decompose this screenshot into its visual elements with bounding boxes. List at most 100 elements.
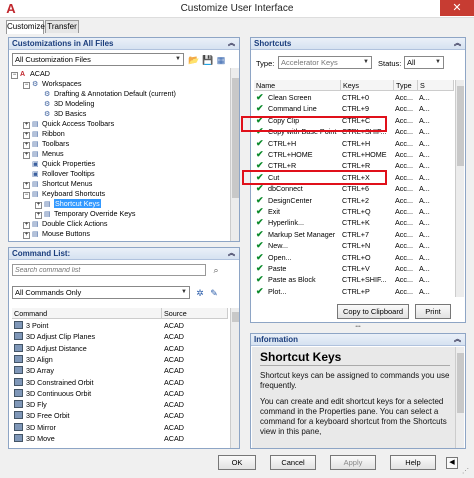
- shortcut-keys-cell[interactable]: CTRL+2: [342, 195, 394, 206]
- expand-toggle-icon[interactable]: +: [23, 142, 30, 149]
- expand-toggle-icon[interactable]: +: [23, 182, 30, 189]
- shortcut-type-cell[interactable]: Acc...: [395, 149, 419, 160]
- shortcut-s-cell[interactable]: A...: [419, 138, 453, 149]
- search-icon[interactable]: ⌕: [211, 265, 221, 275]
- shortcut-keys-cell[interactable]: CTRL+0: [342, 92, 394, 103]
- tree-item[interactable]: ⚙ 3D Basics: [35, 109, 86, 118]
- status-combo[interactable]: All ▼: [404, 56, 444, 69]
- shortcut-type-cell[interactable]: Acc...: [395, 263, 419, 274]
- tree-item[interactable]: + ▤ Shortcut Menus: [23, 179, 92, 189]
- shortcut-type-cell[interactable]: Acc...: [395, 172, 419, 183]
- shortcut-s-cell[interactable]: A...: [419, 92, 453, 103]
- command-list-scrollbar-thumb[interactable]: [232, 312, 239, 322]
- shortcut-type-cell[interactable]: Acc...: [395, 126, 419, 137]
- table-row[interactable]: 3 Point: [14, 320, 162, 331]
- shortcut-s-cell[interactable]: A...: [419, 274, 453, 285]
- shortcut-name-cell[interactable]: Hyperlink...: [268, 217, 341, 228]
- collapse-toggle-icon[interactable]: −: [23, 82, 30, 89]
- shortcut-s-cell[interactable]: A...: [419, 115, 453, 126]
- shortcut-keys-cell[interactable]: CTRL+H: [342, 138, 394, 149]
- shortcut-name-cell[interactable]: Paste as Block: [268, 274, 341, 285]
- table-row[interactable]: 3D Array: [14, 365, 162, 376]
- display-filter-icon[interactable]: ▦: [216, 55, 226, 65]
- column-header-command[interactable]: Command: [12, 308, 162, 319]
- shortcut-name-cell[interactable]: DesignCenter: [268, 195, 341, 206]
- table-row[interactable]: 3D Align: [14, 354, 162, 365]
- shortcut-type-cell[interactable]: Acc...: [395, 217, 419, 228]
- shortcut-s-cell[interactable]: A...: [419, 103, 453, 114]
- table-row[interactable]: 3D Constrained Orbit: [14, 377, 162, 388]
- shortcut-type-cell[interactable]: Acc...: [395, 240, 419, 251]
- tree-scrollbar[interactable]: [230, 68, 239, 241]
- tree-item[interactable]: ▣ Rollover Tooltips: [23, 169, 95, 178]
- shortcut-keys-cell[interactable]: CTRL+V: [342, 263, 394, 274]
- ok-button[interactable]: OK: [218, 455, 256, 470]
- shortcut-keys-cell[interactable]: CTRL+HOME: [342, 149, 394, 160]
- shortcut-name-cell[interactable]: Plot...: [268, 286, 341, 297]
- shortcut-keys-cell[interactable]: CTRL+P: [342, 286, 394, 297]
- shortcut-type-cell[interactable]: Acc...: [395, 195, 419, 206]
- tree-item[interactable]: + ▤ Shortcut Keys: [35, 199, 101, 209]
- shortcut-name-cell[interactable]: Markup Set Manager: [268, 229, 341, 240]
- tree-item[interactable]: + ▤ Menus: [23, 149, 64, 159]
- cancel-button[interactable]: Cancel: [270, 455, 316, 470]
- collapse-icon[interactable]: ︽: [228, 248, 235, 260]
- shortcut-s-cell[interactable]: A...: [419, 217, 453, 228]
- shortcut-keys-cell[interactable]: CTRL+7: [342, 229, 394, 240]
- shortcuts-scrollbar[interactable]: [455, 80, 464, 297]
- shortcut-type-cell[interactable]: Acc...: [395, 115, 419, 126]
- shortcut-s-cell[interactable]: A...: [419, 183, 453, 194]
- tab-customize[interactable]: Customize: [6, 20, 45, 34]
- table-row[interactable]: 3D Mirror: [14, 422, 162, 433]
- expand-toggle-icon[interactable]: +: [23, 232, 30, 239]
- table-row[interactable]: 3D Continuous Orbit: [14, 388, 162, 399]
- customization-file-combo[interactable]: All Customization Files ▼: [12, 53, 184, 66]
- tree-item[interactable]: + ▤ Temporary Override Keys: [35, 209, 135, 219]
- collapse-toggle-icon[interactable]: −: [11, 72, 18, 79]
- shortcut-s-cell[interactable]: A...: [419, 149, 453, 160]
- shortcut-type-cell[interactable]: Acc...: [395, 103, 419, 114]
- tree-item[interactable]: ▣ Quick Properties: [23, 159, 95, 168]
- column-header-type[interactable]: Type: [394, 80, 418, 91]
- tree-item[interactable]: ⚙ Drafting & Annotation Default (current): [35, 89, 176, 98]
- column-header-name[interactable]: Name: [254, 80, 341, 91]
- star-icon[interactable]: ✲: [195, 288, 205, 298]
- expand-collapse-icon[interactable]: ◀: [446, 457, 458, 469]
- shortcut-s-cell[interactable]: A...: [419, 229, 453, 240]
- table-row[interactable]: 3D Adjust Clip Planes: [14, 331, 162, 342]
- tree-item[interactable]: ⚙ 3D Modeling: [35, 99, 94, 108]
- shortcut-s-cell[interactable]: A...: [419, 206, 453, 217]
- copy-to-clipboard-button[interactable]: Copy to Clipboard: [337, 304, 409, 319]
- expand-toggle-icon[interactable]: +: [23, 122, 30, 129]
- shortcut-name-cell[interactable]: Exit: [268, 206, 341, 217]
- collapse-icon[interactable]: ︽: [228, 38, 235, 50]
- shortcut-s-cell[interactable]: A...: [419, 195, 453, 206]
- shortcut-name-cell[interactable]: Command Line: [268, 103, 341, 114]
- shortcut-name-cell[interactable]: CTRL+HOME: [268, 149, 341, 160]
- shortcut-name-cell[interactable]: Paste: [268, 263, 341, 274]
- shortcut-type-cell[interactable]: Acc...: [395, 252, 419, 263]
- table-row[interactable]: 3D Move: [14, 433, 162, 444]
- collapse-icon[interactable]: ︽: [454, 38, 461, 50]
- collapse-icon[interactable]: ︽: [454, 334, 461, 346]
- close-button[interactable]: ✕: [440, 0, 474, 16]
- apply-button[interactable]: Apply: [330, 455, 376, 470]
- shortcut-s-cell[interactable]: A...: [419, 263, 453, 274]
- shortcut-s-cell[interactable]: A...: [419, 126, 453, 137]
- tree-item[interactable]: − A ACAD: [11, 69, 50, 79]
- shortcut-keys-cell[interactable]: CTRL+N: [342, 240, 394, 251]
- new-command-icon[interactable]: ✎: [209, 288, 219, 298]
- shortcut-keys-cell[interactable]: CTRL+K: [342, 217, 394, 228]
- shortcut-s-cell[interactable]: A...: [419, 172, 453, 183]
- shortcut-type-cell[interactable]: Acc...: [395, 274, 419, 285]
- column-header-source[interactable]: Source: [162, 308, 228, 319]
- expand-toggle-icon[interactable]: +: [23, 152, 30, 159]
- tree-scrollbar-thumb[interactable]: [232, 78, 239, 198]
- shortcut-name-cell[interactable]: Open...: [268, 252, 341, 263]
- shortcut-s-cell[interactable]: A...: [419, 286, 453, 297]
- command-filter-combo[interactable]: All Commands Only ▼: [12, 286, 190, 299]
- shortcut-type-cell[interactable]: Acc...: [395, 160, 419, 171]
- tree-item[interactable]: − ⚙ Workspaces: [23, 79, 81, 89]
- expand-toggle-icon[interactable]: +: [23, 132, 30, 139]
- splitter-grip[interactable]: •••: [347, 325, 369, 330]
